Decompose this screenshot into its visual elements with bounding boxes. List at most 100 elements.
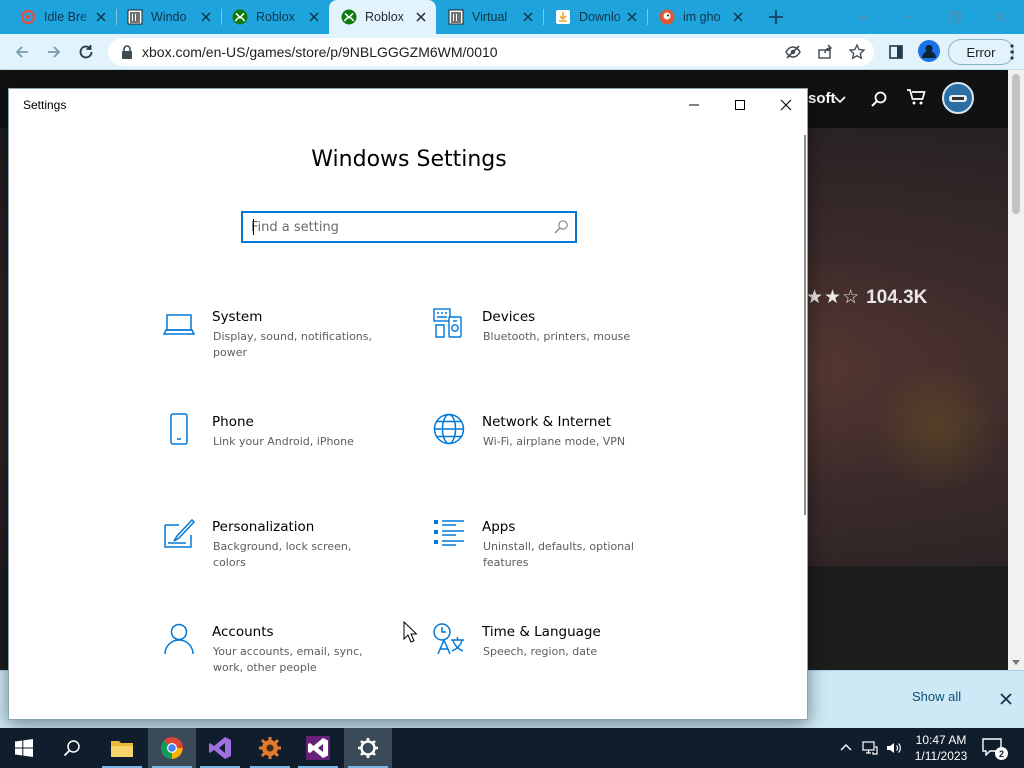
duckduckgo-icon	[659, 9, 675, 25]
show-hidden-icons-icon[interactable]	[838, 740, 854, 756]
cart-icon[interactable]	[906, 88, 926, 106]
eye-off-icon[interactable]	[784, 43, 802, 61]
apps-list-icon	[434, 520, 464, 546]
reload-button[interactable]	[74, 40, 98, 64]
minimize-icon	[689, 104, 699, 106]
browser-close-button[interactable]	[978, 0, 1024, 34]
taskbar-chrome[interactable]	[148, 728, 196, 768]
globe-icon	[433, 413, 465, 445]
page-scrollbar[interactable]	[1008, 70, 1024, 670]
side-panel-button[interactable]	[884, 40, 908, 64]
browser-tab[interactable]: Downlo	[543, 0, 647, 34]
close-button[interactable]	[763, 89, 807, 121]
taskbar-file-explorer[interactable]	[98, 728, 146, 768]
network-icon[interactable]	[862, 740, 878, 756]
taskbar-gear-app[interactable]	[246, 728, 294, 768]
address-bar[interactable]: xbox.com/en-US/games/store/p/9NBLGGGZM6W…	[108, 38, 874, 66]
show-all-downloads-link[interactable]: Show all	[912, 689, 961, 704]
browser-tab[interactable]: Idle Bre	[0, 0, 116, 34]
forward-button[interactable]	[42, 40, 66, 64]
scroll-down-icon[interactable]	[1012, 658, 1020, 666]
url-text[interactable]: xbox.com/en-US/games/store/p/9NBLGGGZM6W…	[142, 44, 498, 60]
category-apps[interactable]: Apps Uninstall, defaults, optional featu…	[432, 517, 682, 587]
browser-tab[interactable]: Virtual	[436, 0, 543, 34]
close-tab-icon[interactable]	[414, 10, 428, 24]
orange-gear-icon	[259, 737, 281, 759]
category-name: System	[212, 309, 263, 325]
close-tab-icon[interactable]	[521, 10, 535, 24]
browser-tab-active[interactable]: Roblox	[329, 0, 436, 34]
tab-title: im gho	[683, 10, 721, 24]
close-tab-icon[interactable]	[731, 10, 745, 24]
close-tab-icon[interactable]	[94, 10, 108, 24]
category-accounts[interactable]: Accounts Your accounts, email, sync, wor…	[162, 622, 412, 692]
folder-icon	[111, 741, 133, 757]
share-icon[interactable]	[816, 43, 834, 61]
kebab-menu-icon[interactable]	[1010, 44, 1014, 60]
paint-pen-icon	[164, 518, 196, 548]
category-system[interactable]: System Display, sound, notifications, po…	[162, 307, 412, 377]
search-button[interactable]	[48, 728, 96, 768]
settings-search-box[interactable]	[241, 211, 577, 243]
taskbar-visual-studio[interactable]	[196, 728, 244, 768]
taskbar-visual-studio-2[interactable]	[294, 728, 342, 768]
category-devices[interactable]: Devices Bluetooth, printers, mouse	[432, 307, 682, 377]
search-input[interactable]	[251, 217, 541, 237]
back-button[interactable]	[10, 40, 34, 64]
settings-scrollbar[interactable]	[804, 135, 806, 515]
category-phone[interactable]: Phone Link your Android, iPhone	[162, 412, 412, 482]
close-icon[interactable]	[998, 691, 1014, 707]
action-center-button[interactable]: 2	[982, 738, 1008, 760]
lock-icon[interactable]	[118, 43, 136, 61]
category-time-language[interactable]: Time & Language Speech, region, date	[432, 622, 682, 692]
close-tab-icon[interactable]	[625, 10, 639, 24]
tab-title: Windo	[151, 10, 187, 24]
maximize-button[interactable]	[717, 89, 763, 121]
category-description: Speech, region, date	[483, 645, 598, 658]
browser-tab[interactable]: im gho	[647, 0, 753, 34]
idle-breakout-icon	[20, 9, 36, 25]
time-language-icon	[433, 623, 464, 655]
tab-search-button[interactable]	[840, 0, 886, 34]
bookmark-star-icon[interactable]	[848, 43, 866, 61]
search-icon[interactable]	[870, 90, 888, 108]
category-personalization[interactable]: Personalization Background, lock screen,…	[162, 517, 412, 587]
visual-studio-icon	[209, 737, 231, 759]
reload-icon	[79, 45, 93, 59]
site-brand-link[interactable]: soft	[808, 90, 836, 107]
person-icon	[922, 44, 936, 58]
category-name: Apps	[482, 519, 516, 535]
browser-toolbar: xbox.com/en-US/games/store/p/9NBLGGGZM6W…	[0, 34, 1024, 70]
new-tab-icon[interactable]	[766, 7, 786, 27]
category-network-internet[interactable]: Network & Internet Wi-Fi, airplane mode,…	[432, 412, 682, 482]
close-icon	[995, 11, 1007, 23]
tab-title: Idle Bre	[44, 10, 88, 24]
taskbar-settings[interactable]	[344, 728, 392, 768]
back-arrow-icon	[15, 46, 28, 58]
browser-minimize-button[interactable]	[886, 0, 932, 34]
close-tab-icon[interactable]	[307, 10, 321, 24]
category-description: Display, sound, notifications, power	[213, 330, 373, 359]
search-icon[interactable]	[553, 219, 569, 235]
library-icon	[448, 9, 464, 25]
category-description: Link your Android, iPhone	[213, 435, 354, 448]
tab-title: Roblox	[365, 10, 404, 24]
volume-icon[interactable]	[886, 740, 902, 756]
settings-titlebar[interactable]: Settings	[9, 89, 807, 121]
user-avatar[interactable]	[942, 82, 974, 114]
browser-restore-button[interactable]	[932, 0, 978, 34]
browser-tab[interactable]: Roblox	[214, 0, 329, 34]
browser-tab[interactable]: Windo	[109, 0, 221, 34]
profile-error-button[interactable]: Error	[948, 39, 1014, 65]
windows-logo-icon	[15, 739, 33, 757]
tab-title: Downlo	[579, 10, 621, 24]
minimize-button[interactable]	[671, 89, 717, 121]
system-clock[interactable]: 10:47 AM 1/11/2023	[912, 732, 970, 764]
chevron-down-icon	[834, 96, 846, 104]
close-tab-icon[interactable]	[199, 10, 213, 24]
scrollbar-thumb[interactable]	[1012, 74, 1020, 214]
profile-avatar[interactable]	[918, 40, 940, 62]
start-button[interactable]	[0, 728, 48, 768]
category-name: Devices	[482, 309, 536, 325]
devices-icon	[433, 308, 462, 338]
